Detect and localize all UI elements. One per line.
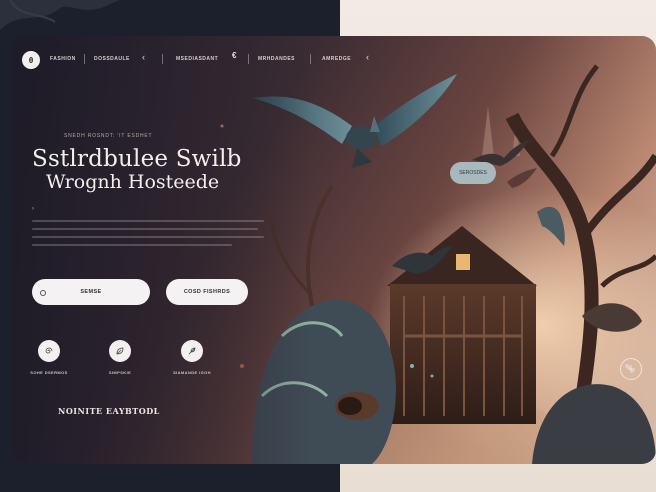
chevron-left-icon[interactable]: ‹	[142, 52, 145, 62]
sparkle-icon	[627, 365, 635, 373]
body-text-line	[32, 220, 264, 222]
feature-item[interactable]: SIMPSKIE	[96, 340, 144, 375]
top-nav: θ	[22, 50, 40, 70]
euro-icon[interactable]: €	[232, 51, 236, 60]
circle-icon	[40, 290, 46, 296]
primary-button-label: SEMSE	[80, 289, 102, 295]
nav-item-msediasdant[interactable]: MSEDIASDANT	[176, 56, 218, 62]
feature-item[interactable]: SIAMANDE IGOH	[168, 340, 216, 375]
logo[interactable]: θ	[22, 51, 40, 69]
feather-icon	[181, 340, 203, 362]
feature-item[interactable]: SOHE DSERMOS	[25, 340, 73, 375]
title-line-2: Wrognh Hosteede	[46, 171, 220, 193]
secondary-button[interactable]: COSD FISHRDS	[166, 279, 248, 305]
tree-silhouette-icon	[0, 0, 120, 30]
card-left-shade	[12, 36, 312, 464]
secondary-button-label: COSD FISHRDS	[183, 289, 231, 295]
primary-button[interactable]: SEMSE	[32, 279, 150, 305]
hero-eyebrow: SNEDH ROSNDT: 'IT ESDHET	[64, 133, 153, 139]
page-title: Sstlrdbulee Swilb Wrognh Hosteede	[32, 148, 242, 192]
body-text-line	[32, 244, 232, 246]
nav-divider	[162, 54, 163, 64]
nav-item-amredge[interactable]: AMREDGE	[322, 56, 351, 62]
nav-item-dossdaule[interactable]: DOSSDAULE	[94, 56, 130, 62]
footer-label: NOINITE EAYBTODL	[58, 406, 160, 416]
feature-label: SOHE DSERMOS	[30, 370, 68, 375]
nav-item-mrhdandes[interactable]: MRHDANDES	[258, 56, 295, 62]
arrow-icon: ›	[32, 206, 34, 212]
feature-label: SIMPSKIE	[108, 370, 132, 375]
title-line-1: Sstlrdbulee Swilb	[32, 146, 242, 172]
nav-divider	[84, 54, 85, 64]
nav-divider	[310, 54, 311, 64]
body-text-line	[32, 228, 258, 230]
spiral-icon	[38, 340, 60, 362]
chevron-left-icon[interactable]: ‹	[366, 52, 369, 62]
feature-label: SIAMANDE IGOH	[173, 370, 211, 375]
nav-divider	[248, 54, 249, 64]
leaf-icon	[109, 340, 131, 362]
body-text-line	[32, 236, 264, 238]
corner-badge[interactable]	[620, 358, 642, 380]
nav-item-fashion[interactable]: FASHION	[50, 56, 76, 62]
hero-card: θ FASHION DOSSDAULE ‹ MSEDIASDANT € MRHD…	[12, 36, 656, 464]
floating-pill-button[interactable]: SEROSDES	[450, 162, 496, 184]
